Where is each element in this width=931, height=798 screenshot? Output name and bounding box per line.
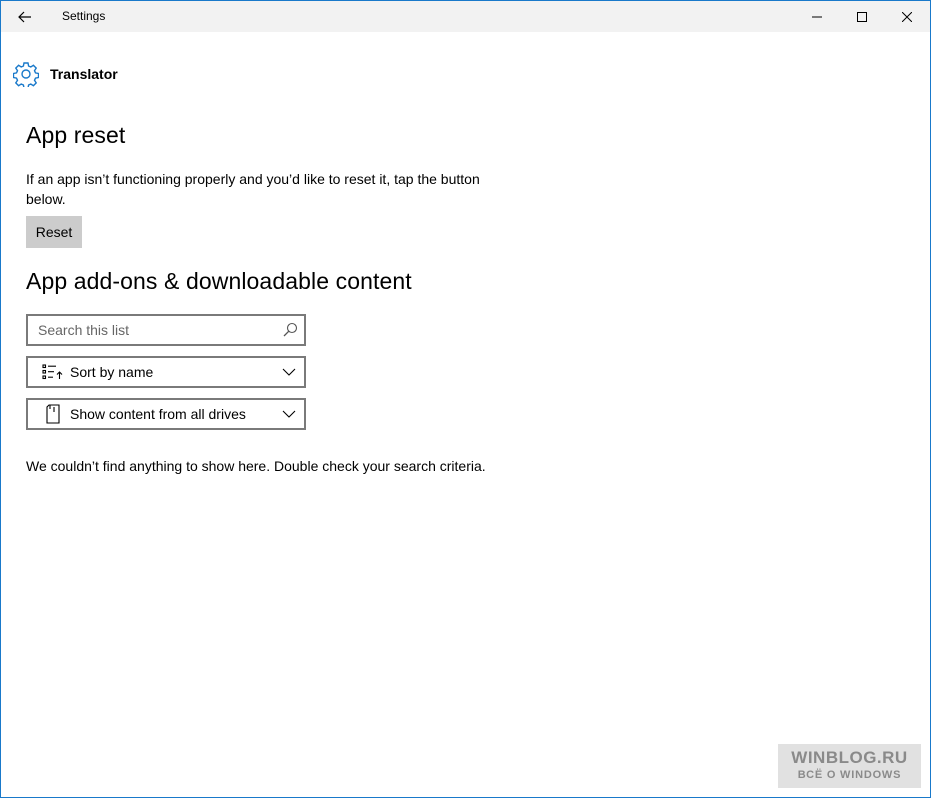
addons-heading: App add-ons & downloadable content: [26, 268, 412, 294]
close-button[interactable]: [884, 1, 930, 32]
settings-window: Settings Translator App reset If an app: [0, 0, 931, 798]
chevron-down-icon: [282, 368, 296, 376]
title-bar: Settings: [1, 1, 930, 32]
maximize-button[interactable]: [839, 1, 885, 32]
chevron-down-icon: [282, 410, 296, 418]
search-box[interactable]: [26, 314, 306, 346]
watermark-line2: ВСЁ О WINDOWS: [797, 769, 902, 781]
close-icon: [902, 11, 912, 22]
maximize-icon: [857, 11, 867, 22]
app-name: Translator: [50, 66, 118, 82]
minimize-icon: [812, 16, 822, 17]
search-icon[interactable]: [282, 322, 298, 338]
sort-dropdown[interactable]: Sort by name: [26, 356, 306, 388]
drives-dropdown[interactable]: Show content from all drives: [26, 398, 306, 430]
app-reset-description: If an app isn’t functioning properly and…: [26, 171, 480, 207]
back-arrow-icon: [18, 11, 31, 22]
watermark-logo: WINBLOG.RU ВСЁ О WINDOWS: [778, 744, 921, 788]
sort-list-icon: [42, 362, 64, 382]
drives-dropdown-label: Show content from all drives: [70, 406, 246, 422]
sort-dropdown-label: Sort by name: [70, 364, 154, 380]
watermark-line1: WINBLOG.RU: [791, 748, 908, 767]
empty-list-message: We couldn’t find anything to show here. …: [26, 458, 486, 474]
drive-icon: [42, 404, 64, 424]
gear-icon: [13, 62, 39, 87]
app-reset-heading: App reset: [26, 122, 126, 148]
window-title: Settings: [62, 9, 106, 23]
app-header: Translator: [13, 61, 118, 87]
back-button[interactable]: [1, 1, 49, 32]
reset-button[interactable]: Reset: [26, 216, 82, 248]
search-input[interactable]: [28, 322, 268, 338]
minimize-button[interactable]: [794, 1, 840, 32]
